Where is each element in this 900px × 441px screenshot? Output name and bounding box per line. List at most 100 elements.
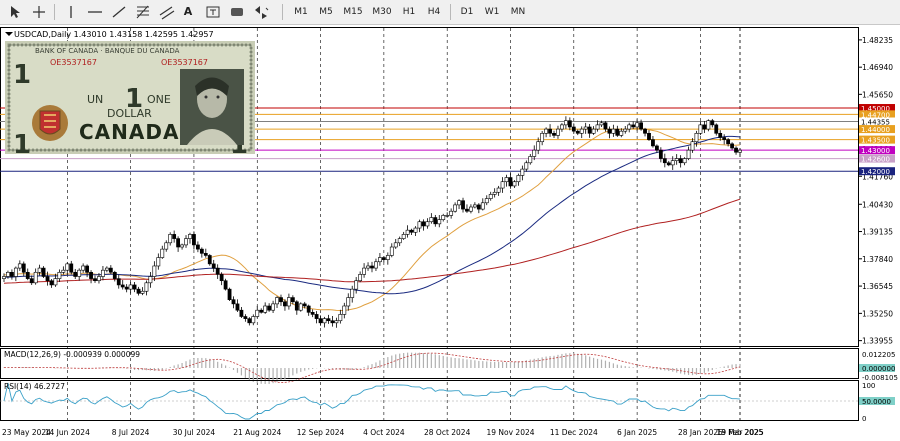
candle-body [326,318,331,322]
trendline-icon[interactable] [110,4,128,20]
candle-body [10,271,14,277]
price-tick-label: 1.35250 [862,309,893,318]
cursor-icon[interactable] [6,4,24,20]
candle-body [401,234,406,239]
level-tag-label: 1.44000 [861,126,890,134]
candle-body [338,314,343,322]
macd-tick-label: 0.000000 [862,365,895,373]
candle-body [385,255,390,260]
candle-body [37,267,42,273]
candle-body [674,158,679,161]
timeframe-m30[interactable]: M30 [369,3,395,21]
candle-body [690,141,695,151]
timeframe-w1[interactable]: W1 [481,3,503,21]
price-tick-label: 1.33955 [862,337,893,346]
label-icon[interactable] [204,4,222,20]
date-label: 30 Jul 2024 [173,428,216,437]
text-icon[interactable]: A [180,3,196,21]
candle-body [6,271,10,277]
price-tick-label: 1.37840 [862,255,893,264]
candle-body [211,263,216,269]
candle-body [342,305,347,315]
candle-body [714,124,719,134]
timeframe-d1[interactable]: D1 [456,3,478,21]
candle-body [655,145,659,151]
level-tag-label: 1.42600 [861,156,890,164]
candle-body [694,132,699,143]
vertical-line-icon[interactable] [62,4,80,20]
candle-body [631,124,636,128]
candle-body [235,303,240,311]
channel-icon[interactable] [158,4,176,20]
candle-body [381,257,386,260]
candle-body [350,288,355,298]
candle-body [322,318,327,324]
timeframe-m5[interactable]: M5 [315,3,337,21]
candle-body [199,248,204,254]
candle-body [279,297,283,303]
candle-body [128,284,133,290]
candle-body [528,156,533,164]
candle-body [219,274,224,282]
date-label: 13 Mar 2025 [716,428,764,437]
timeframe-m1[interactable]: M1 [290,3,312,21]
candle-body [540,132,545,143]
candle-body [231,299,236,305]
timeframe-h1[interactable]: H1 [398,3,420,21]
candle-body [156,257,161,267]
candle-body [389,246,394,256]
date-label: 14 Jun 2024 [45,428,90,437]
candle-body [255,309,260,317]
crosshair-icon[interactable] [30,4,48,20]
symbol-header: USDCAD,Daily 1.43010 1.43158 1.42595 1.4… [14,30,214,39]
price-tick-label: 1.36545 [862,282,893,291]
rsi-tick-label: 50.0000 [862,398,891,406]
level-tag-label: 1.43500 [861,137,890,145]
candle-body [188,234,192,239]
arrows-icon[interactable] [252,4,270,20]
shapes-icon[interactable] [228,4,246,20]
candle-body [148,276,153,284]
candle-body [437,219,442,225]
timeframe-m15[interactable]: M15 [340,3,366,21]
candle-body [595,124,600,130]
timeframe-mn[interactable]: MN [506,3,530,21]
candle-body [643,128,647,134]
fibonacci-icon[interactable] [134,4,152,20]
price-tick-label: 1.45650 [862,90,893,99]
candle-body [579,128,584,134]
candle-body [623,128,628,132]
candle-body [25,271,30,279]
candle-body [504,177,509,183]
candle-body [33,271,38,284]
candle-body [563,120,568,126]
candle-body [520,168,525,176]
candle-body [453,204,457,212]
candle-body [93,278,97,282]
candle-body [393,242,398,248]
candle-body [354,280,359,290]
date-label: 6 Jan 2025 [617,428,657,437]
candle-body [13,267,18,277]
candle-body [267,305,272,311]
candle-body [306,305,311,313]
candle-body [152,265,157,277]
rsi-label: RSI(14) 46.2727 [4,382,65,391]
candle-body [104,267,109,271]
horizontal-line-icon[interactable] [86,4,104,20]
svg-text:ONE: ONE [147,93,171,106]
candle-body [678,158,683,164]
candle-body [77,269,82,277]
candle-body [472,204,477,208]
candle-body [2,276,6,279]
timeframe-h4[interactable]: H4 [423,3,445,21]
candle-body [567,120,572,128]
date-label: 4 Oct 2024 [363,428,405,437]
candle-body [738,149,742,153]
svg-text:CANADA: CANADA [79,120,179,144]
date-label: 28 Oct 2024 [424,428,471,437]
price-tick-label: 1.48235 [862,36,893,45]
candle-body [413,227,418,233]
candle-body [57,271,62,279]
chart-area[interactable]: BANK OF CANADA · BANQUE DU CANADA OE3537… [0,25,900,441]
